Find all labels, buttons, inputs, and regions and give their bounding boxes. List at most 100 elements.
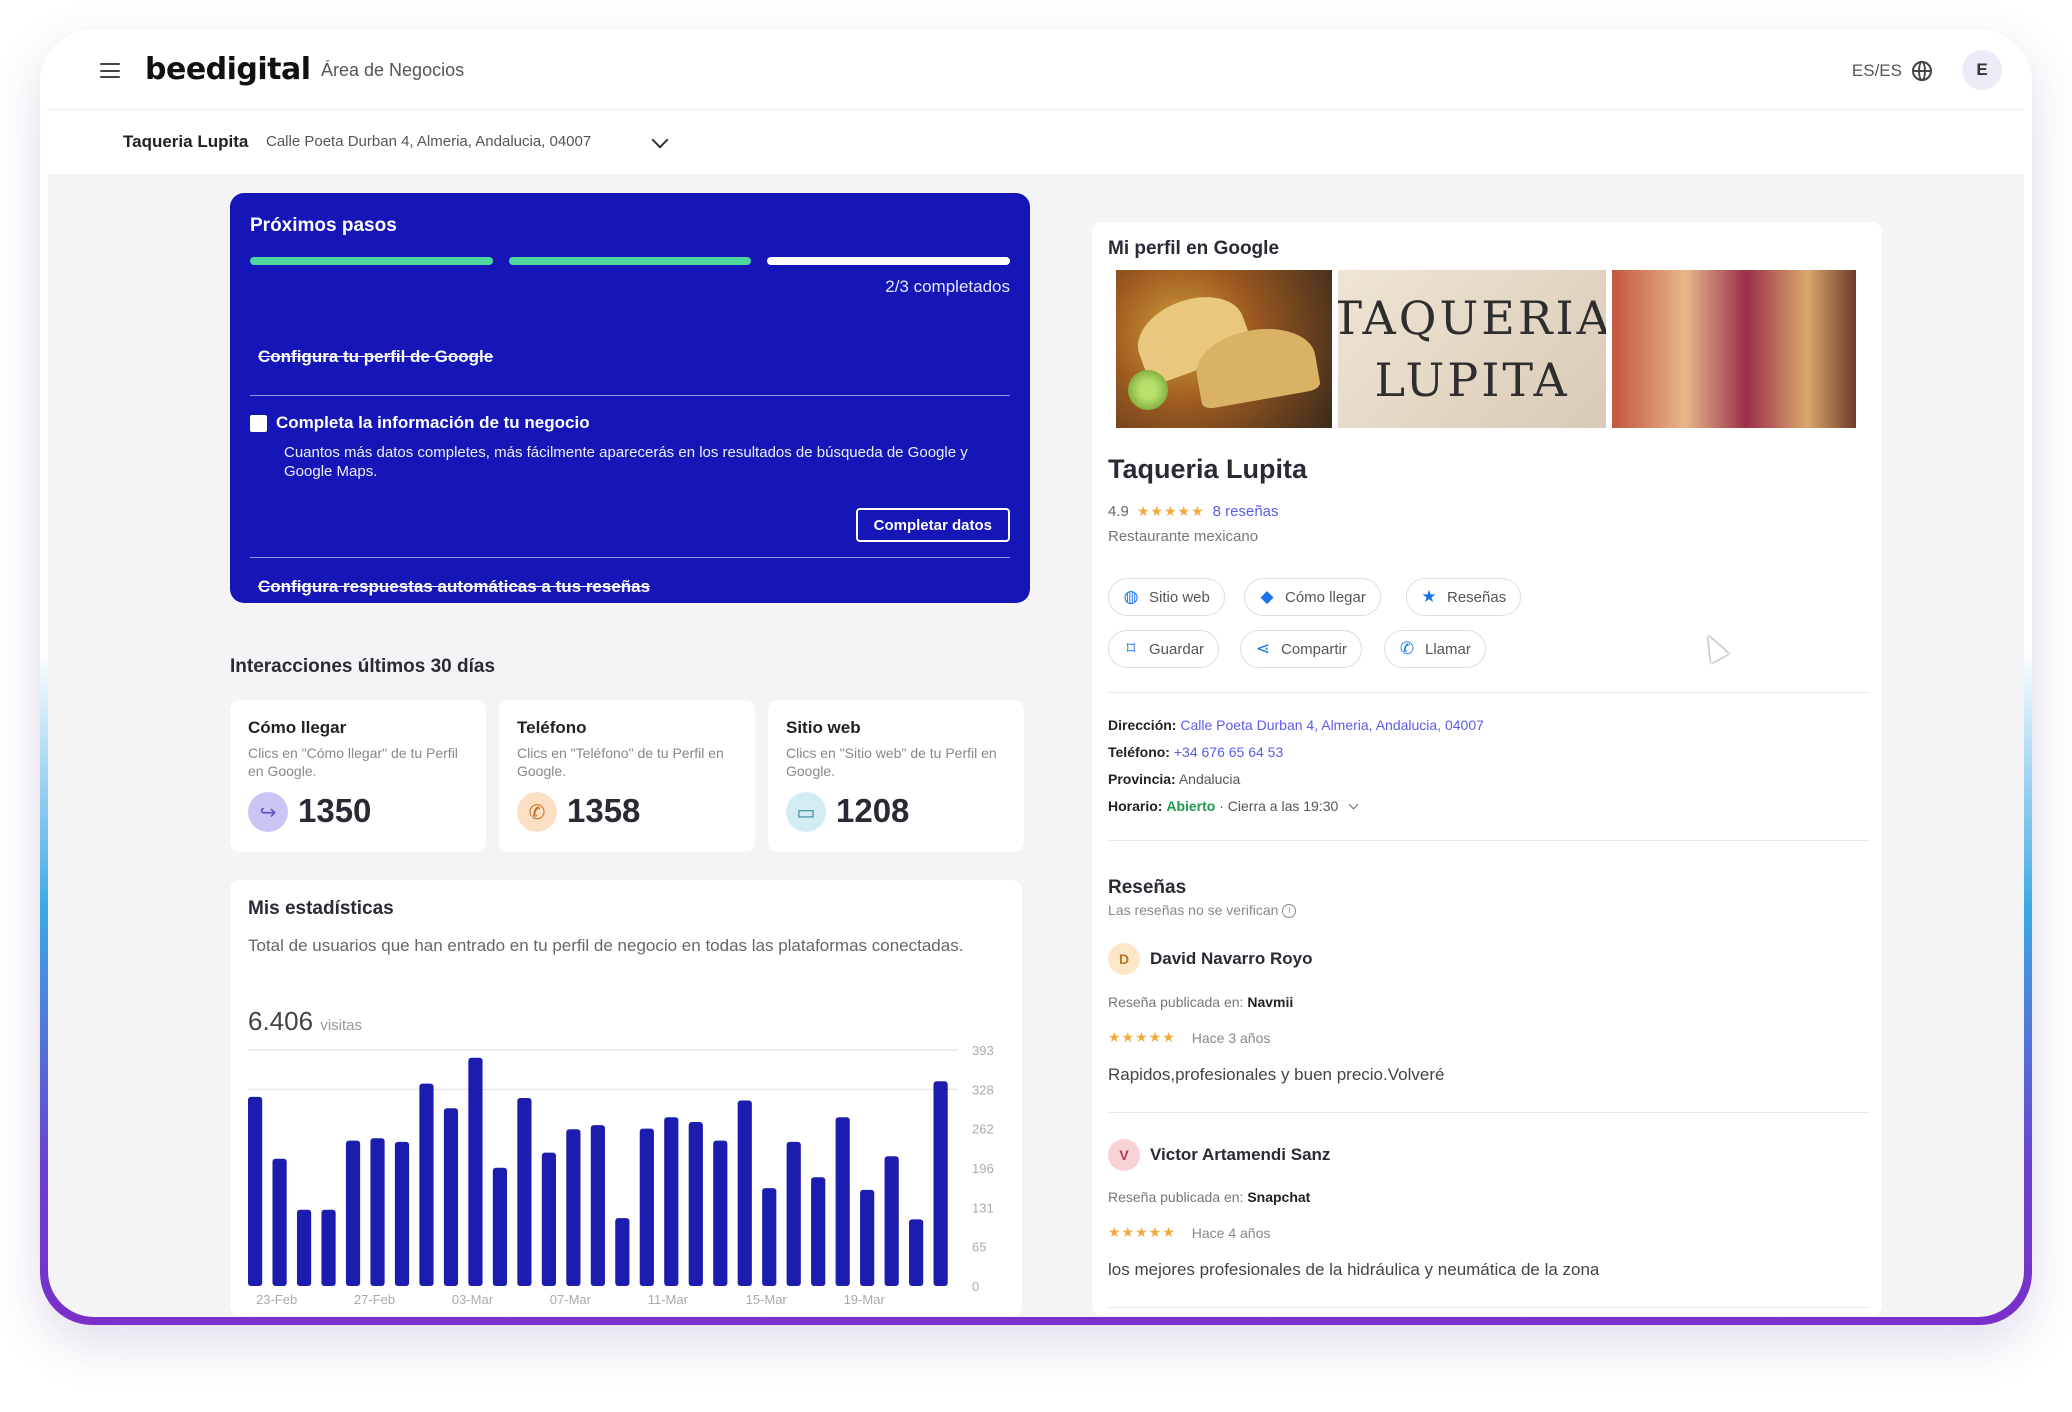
reviewer-avatar: D bbox=[1108, 943, 1140, 975]
brand-logo[interactable]: beedigital bbox=[145, 52, 311, 87]
step-complete-business-info[interactable]: Completa la información de tu negocio bbox=[276, 413, 590, 433]
chart-bar[interactable] bbox=[933, 1081, 948, 1286]
stat-title: Teléfono bbox=[517, 718, 587, 737]
chart-bar[interactable] bbox=[835, 1117, 850, 1286]
address-row: Dirección: Calle Poeta Durban 4, Almeria… bbox=[1108, 717, 1484, 733]
chart-bar[interactable] bbox=[272, 1158, 287, 1286]
chart-bar[interactable] bbox=[713, 1140, 728, 1286]
chevron-down-icon[interactable] bbox=[651, 131, 669, 149]
chevron-down-icon[interactable] bbox=[1348, 799, 1359, 810]
chart-bar[interactable] bbox=[909, 1219, 924, 1286]
user-avatar[interactable]: E bbox=[1962, 50, 2002, 90]
chart-bar[interactable] bbox=[321, 1209, 336, 1286]
website-stat-card: Sitio web Clics en "Sitio web" de tu Per… bbox=[768, 700, 1024, 852]
reviews-button[interactable]: ★ Reseñas bbox=[1406, 578, 1522, 616]
chart-bar[interactable] bbox=[443, 1108, 459, 1286]
save-button[interactable]: ⌑ Guardar bbox=[1108, 630, 1220, 668]
x-tick-label: 23-Feb bbox=[256, 1292, 297, 1307]
review-stars: ★★★★★ bbox=[1108, 1224, 1176, 1240]
review-age: Hace 4 años bbox=[1191, 1224, 1271, 1241]
hamburger-menu-icon[interactable] bbox=[100, 63, 120, 78]
chart-bar[interactable] bbox=[688, 1122, 703, 1286]
chart-bar[interactable] bbox=[762, 1188, 777, 1286]
chart-bar[interactable] bbox=[811, 1177, 826, 1286]
directions-icon: ↪ bbox=[248, 792, 288, 832]
step-configure-google-profile[interactable]: Configura tu perfil de Google bbox=[258, 347, 493, 367]
next-steps-card: Próximos pasos 2/3 completados Configura… bbox=[230, 193, 1030, 603]
province-row: Provincia: Andalucia bbox=[1108, 771, 1240, 787]
taqueria-sign-photo[interactable]: TAQUERIA LUPITA bbox=[1338, 270, 1607, 428]
reviewer-name: David Navarro Royo bbox=[1150, 949, 1313, 968]
sign-line-2: LUPITA bbox=[1374, 353, 1570, 407]
x-tick-label: 19-Mar bbox=[844, 1292, 886, 1307]
call-button-label: Llamar bbox=[1425, 640, 1471, 658]
chart-bar[interactable] bbox=[468, 1057, 483, 1286]
globe-icon bbox=[1912, 61, 1932, 81]
chart-bar[interactable] bbox=[517, 1098, 532, 1286]
chart-bar[interactable] bbox=[394, 1141, 410, 1286]
profile-photos[interactable]: TAQUERIA LUPITA bbox=[1116, 270, 1856, 428]
step-checkbox[interactable] bbox=[250, 415, 267, 432]
statistics-card: Mis estadísticas Total de usuarios que h… bbox=[230, 880, 1022, 1316]
chart-bar[interactable] bbox=[419, 1083, 434, 1286]
chart-bar[interactable] bbox=[664, 1117, 679, 1286]
x-tick-label: 03-Mar bbox=[452, 1292, 494, 1307]
chart-bar[interactable] bbox=[737, 1100, 752, 1286]
reviews-link[interactable]: 8 reseñas bbox=[1213, 503, 1279, 520]
divider bbox=[1108, 1112, 1870, 1113]
chart-bar[interactable] bbox=[296, 1209, 312, 1286]
chart-bar[interactable] bbox=[615, 1218, 630, 1286]
phone-stat-card: Teléfono Clics en "Teléfono" de tu Perfi… bbox=[499, 700, 755, 852]
business-selector[interactable]: Taqueria Lupita Calle Poeta Durban 4, Al… bbox=[48, 110, 2024, 174]
hours-row[interactable]: Horario: Abierto · Cierra a las 19:30 bbox=[1108, 798, 1359, 814]
chart-bar[interactable] bbox=[370, 1138, 385, 1286]
chart-bar[interactable] bbox=[345, 1140, 361, 1286]
website-button-label: Sitio web bbox=[1149, 588, 1210, 606]
directions-icon: ◆ bbox=[1260, 587, 1274, 606]
chart-bar[interactable] bbox=[884, 1156, 899, 1286]
chart-bar[interactable] bbox=[786, 1141, 801, 1286]
lime-shape bbox=[1128, 370, 1168, 410]
tacos-photo[interactable] bbox=[1116, 270, 1333, 428]
divider bbox=[1108, 692, 1870, 693]
step-auto-replies[interactable]: Configura respuestas automáticas a tus r… bbox=[258, 577, 650, 597]
website-button[interactable]: ◍ Sitio web bbox=[1108, 578, 1225, 616]
review-source-name: Navmii bbox=[1247, 994, 1294, 1010]
share-button[interactable]: ⋖ Compartir bbox=[1240, 630, 1362, 668]
chart-bar[interactable] bbox=[566, 1129, 581, 1286]
review-rating: ★★★★★ Hace 3 años bbox=[1108, 1029, 1270, 1046]
address-label: Dirección: bbox=[1108, 717, 1177, 733]
chart-bar[interactable] bbox=[541, 1152, 556, 1286]
info-icon[interactable]: i bbox=[1282, 904, 1297, 919]
progress-segment bbox=[250, 257, 493, 265]
chart-bar[interactable] bbox=[590, 1125, 605, 1286]
phone-icon: ✆ bbox=[1399, 639, 1415, 658]
review-source: Reseña publicada en: Navmii bbox=[1108, 994, 1293, 1010]
divider bbox=[1108, 840, 1870, 841]
stat-description: Clics en "Cómo llegar" de tu Perfil en G… bbox=[248, 745, 458, 779]
chart-bar[interactable] bbox=[492, 1167, 508, 1286]
tacos-closeup-photo[interactable] bbox=[1612, 270, 1856, 428]
stat-value: 1350 bbox=[298, 792, 372, 829]
address-link[interactable]: Calle Poeta Durban 4, Almeria, Andalucia… bbox=[1180, 717, 1484, 733]
hours-status: Abierto bbox=[1166, 798, 1216, 814]
review-source-name: Snapchat bbox=[1247, 1189, 1311, 1205]
chart-bar[interactable] bbox=[248, 1096, 263, 1286]
directions-button[interactable]: ◆ Cómo llegar bbox=[1244, 578, 1381, 616]
steps-progress-bar bbox=[250, 257, 1011, 265]
province-value: Andalucia bbox=[1178, 771, 1241, 787]
review-stars: ★★★★★ bbox=[1108, 1029, 1176, 1045]
language-selector[interactable]: ES/ES bbox=[1852, 61, 1932, 81]
stat-title: Sitio web bbox=[786, 718, 861, 737]
share-button-label: Compartir bbox=[1281, 640, 1347, 658]
chart-bar[interactable] bbox=[639, 1128, 654, 1286]
call-button[interactable]: ✆ Llamar bbox=[1384, 630, 1486, 668]
next-steps-title: Próximos pasos bbox=[250, 215, 397, 236]
y-tick-label: 196 bbox=[972, 1161, 994, 1176]
complete-data-button[interactable]: Completar datos bbox=[855, 508, 1010, 542]
chart-bar[interactable] bbox=[860, 1189, 875, 1286]
y-tick-label: 393 bbox=[972, 1043, 994, 1058]
profile-rating: 4.9 ★★★★★ 8 reseñas bbox=[1108, 503, 1279, 520]
phone-link[interactable]: +34 676 65 64 53 bbox=[1174, 744, 1283, 760]
progress-label: 2/3 completados bbox=[885, 277, 1010, 296]
